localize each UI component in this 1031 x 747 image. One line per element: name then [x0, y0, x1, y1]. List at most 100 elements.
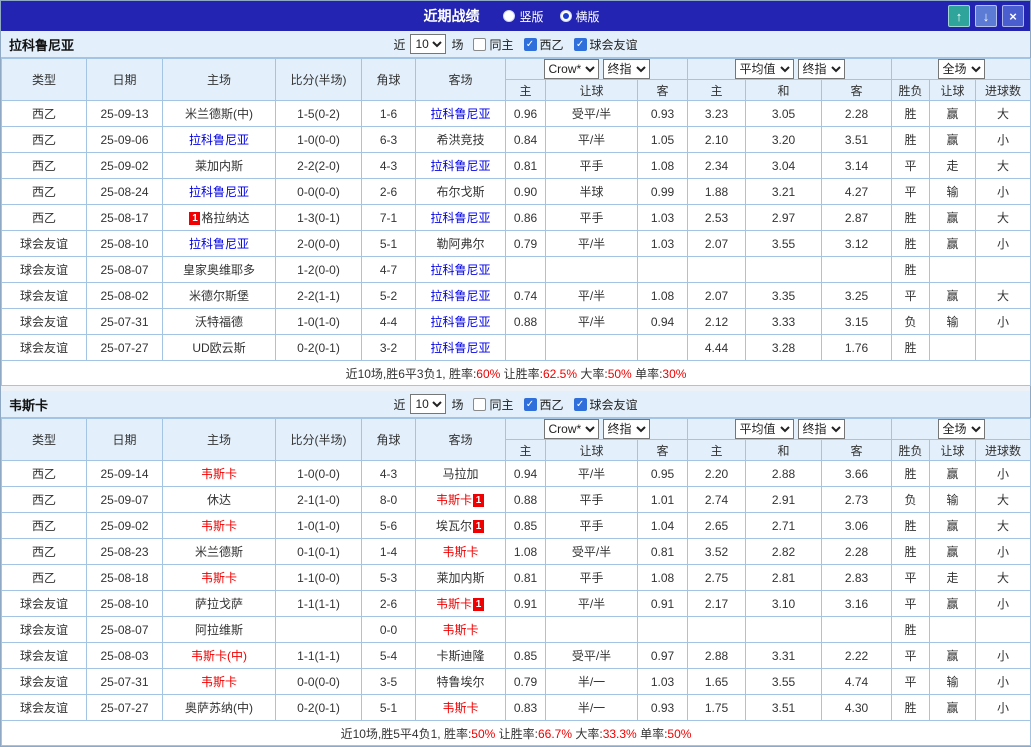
filter-checkbox-same-home[interactable]: 同主 — [473, 36, 514, 53]
avg-time-select[interactable]: 终指 — [797, 59, 845, 79]
move-up-button[interactable]: ↑ — [948, 5, 970, 27]
avg-away: 3.16 — [821, 590, 893, 617]
close-button[interactable]: × — [1002, 5, 1024, 27]
away-team-link[interactable]: 拉科鲁尼亚 — [430, 107, 490, 121]
avg-home: 4.44 — [687, 334, 747, 361]
filter-checkbox-friendly[interactable]: ✓ 球会友谊 — [573, 36, 638, 53]
result-outcome: 胜 — [891, 616, 931, 643]
away-team-link[interactable]: 韦斯卡 — [442, 623, 478, 637]
match-count-select[interactable]: 10 — [410, 34, 447, 54]
away-team-cell: 莱加内斯 — [415, 564, 506, 591]
away-team-link[interactable]: 卡斯迪隆 — [436, 649, 484, 663]
odds-source-select[interactable]: Crow* — [543, 59, 599, 79]
away-team-link[interactable]: 勒阿弗尔 — [436, 237, 484, 251]
home-team-link[interactable]: 米德尔斯堡 — [189, 289, 249, 303]
avg-odds-select[interactable]: 平均值 — [734, 419, 794, 439]
sub-header-result-handicap: 让球 — [929, 439, 977, 461]
scope-select[interactable]: 全场 — [937, 59, 985, 79]
home-team-link[interactable]: 格拉纳达 — [201, 211, 249, 225]
avg-draw: 3.51 — [745, 694, 823, 721]
filter-checkbox-league[interactable]: ✓ 西乙 — [523, 396, 564, 413]
odds-home — [505, 256, 546, 283]
avg-time-select[interactable]: 终指 — [797, 419, 845, 439]
home-team-link[interactable]: 拉科鲁尼亚 — [189, 185, 249, 199]
checkbox-unchecked-icon[interactable] — [473, 397, 487, 411]
away-team-cell: 布尔戈斯 — [415, 178, 506, 205]
home-team-link[interactable]: 奥萨苏纳(中) — [185, 701, 253, 715]
away-team-link[interactable]: 韦斯卡 — [442, 701, 478, 715]
home-team-link[interactable]: 韦斯卡 — [201, 519, 237, 533]
result-handicap: 输 — [929, 486, 977, 513]
result-handicap: 赢 — [929, 230, 977, 257]
away-team-link[interactable]: 拉科鲁尼亚 — [430, 159, 490, 173]
match-count-select[interactable]: 10 — [410, 394, 447, 414]
home-team-link[interactable]: 米兰德斯(中) — [185, 107, 253, 121]
odds-time-select[interactable]: 终指 — [602, 419, 650, 439]
away-team-link[interactable]: 特鲁埃尔 — [436, 675, 484, 689]
away-team-link[interactable]: 拉科鲁尼亚 — [430, 263, 490, 277]
league-type-badge: 西乙 — [1, 152, 87, 179]
home-team-link[interactable]: 韦斯卡(中) — [191, 649, 247, 663]
away-team-link[interactable]: 拉科鲁尼亚 — [430, 315, 490, 329]
layout-radio-horizontal[interactable]: 横版 — [559, 8, 600, 25]
result-handicap: 走 — [929, 152, 977, 179]
radio-checked-icon[interactable] — [559, 10, 572, 22]
home-team-link[interactable]: 韦斯卡 — [201, 675, 237, 689]
layout-radio-vertical[interactable]: 竖版 — [503, 8, 544, 25]
home-team-link[interactable]: 拉科鲁尼亚 — [189, 133, 249, 147]
away-team-link[interactable]: 马拉加 — [442, 467, 478, 481]
away-team-link[interactable]: 韦斯卡 — [436, 493, 472, 507]
away-team-link[interactable]: 埃瓦尔 — [436, 519, 472, 533]
scope-header-cell: 全场 — [891, 418, 1031, 440]
filter-checkbox-friendly[interactable]: ✓ 球会友谊 — [573, 396, 638, 413]
filter-checkbox-same-home[interactable]: 同主 — [473, 396, 514, 413]
checkbox-checked-icon[interactable]: ✓ — [573, 397, 587, 411]
filter-checkbox-league[interactable]: ✓ 西乙 — [523, 36, 564, 53]
avg-home: 1.75 — [687, 694, 747, 721]
checkbox-checked-icon[interactable]: ✓ — [523, 397, 537, 411]
away-team-link[interactable]: 韦斯卡 — [442, 545, 478, 559]
away-team-link[interactable]: 拉科鲁尼亚 — [430, 211, 490, 225]
away-team-link[interactable]: 拉科鲁尼亚 — [430, 341, 490, 355]
result-goals: 大 — [975, 282, 1031, 309]
odds-away: 1.04 — [636, 512, 689, 539]
home-team-link[interactable]: 萨拉戈萨 — [195, 597, 243, 611]
home-team-link[interactable]: UD欧云斯 — [192, 341, 245, 355]
checkbox-checked-icon[interactable]: ✓ — [523, 37, 537, 51]
filter-row: 拉科鲁尼亚近 10 场同主 ✓ 西乙 ✓ 球会友谊 — [1, 31, 1030, 58]
result-goals: 大 — [975, 152, 1031, 179]
odds-away — [636, 616, 689, 643]
match-row: 球会友谊 25-08-07 皇家奥维耶多 1-2(0-0) 4-7 拉科鲁尼亚 胜 — [1, 256, 1031, 283]
home-team-link[interactable]: 沃特福德 — [195, 315, 243, 329]
odds-time-select[interactable]: 终指 — [602, 59, 650, 79]
home-team-link[interactable]: 韦斯卡 — [201, 467, 237, 481]
scope-select[interactable]: 全场 — [937, 419, 985, 439]
checkbox-checked-icon[interactable]: ✓ — [573, 37, 587, 51]
away-team-link[interactable]: 拉科鲁尼亚 — [430, 289, 490, 303]
avg-odds-select[interactable]: 平均值 — [734, 59, 794, 79]
move-down-button[interactable]: ↓ — [975, 5, 997, 27]
away-team-link[interactable]: 希洪竞技 — [436, 133, 484, 147]
score-text: 1-1(1-1) — [275, 642, 362, 669]
home-team-link[interactable]: 米兰德斯 — [195, 545, 243, 559]
result-goals: 小 — [975, 230, 1031, 257]
sub-header-avg-home: 主 — [687, 79, 747, 101]
away-team-link[interactable]: 莱加内斯 — [436, 571, 484, 585]
away-team-link[interactable]: 韦斯卡 — [436, 597, 472, 611]
home-team-link[interactable]: 皇家奥维耶多 — [183, 263, 255, 277]
radio-unchecked-icon[interactable] — [503, 10, 516, 22]
avg-home: 2.20 — [687, 460, 747, 487]
home-team-link[interactable]: 阿拉维斯 — [195, 623, 243, 637]
home-team-link[interactable]: 莱加内斯 — [195, 159, 243, 173]
red-card-badge: 1 — [473, 598, 484, 611]
checkbox-unchecked-icon[interactable] — [473, 37, 487, 51]
score-text: 2-2(1-1) — [275, 282, 362, 309]
home-team-link[interactable]: 韦斯卡 — [201, 571, 237, 585]
odds-source-select[interactable]: Crow* — [543, 419, 599, 439]
home-team-link[interactable]: 休达 — [207, 493, 231, 507]
avg-draw — [745, 256, 823, 283]
sub-header-avg-draw: 和 — [745, 79, 823, 101]
home-team-link[interactable]: 拉科鲁尼亚 — [189, 237, 249, 251]
odds-home: 0.90 — [505, 178, 546, 205]
away-team-link[interactable]: 布尔戈斯 — [436, 185, 484, 199]
